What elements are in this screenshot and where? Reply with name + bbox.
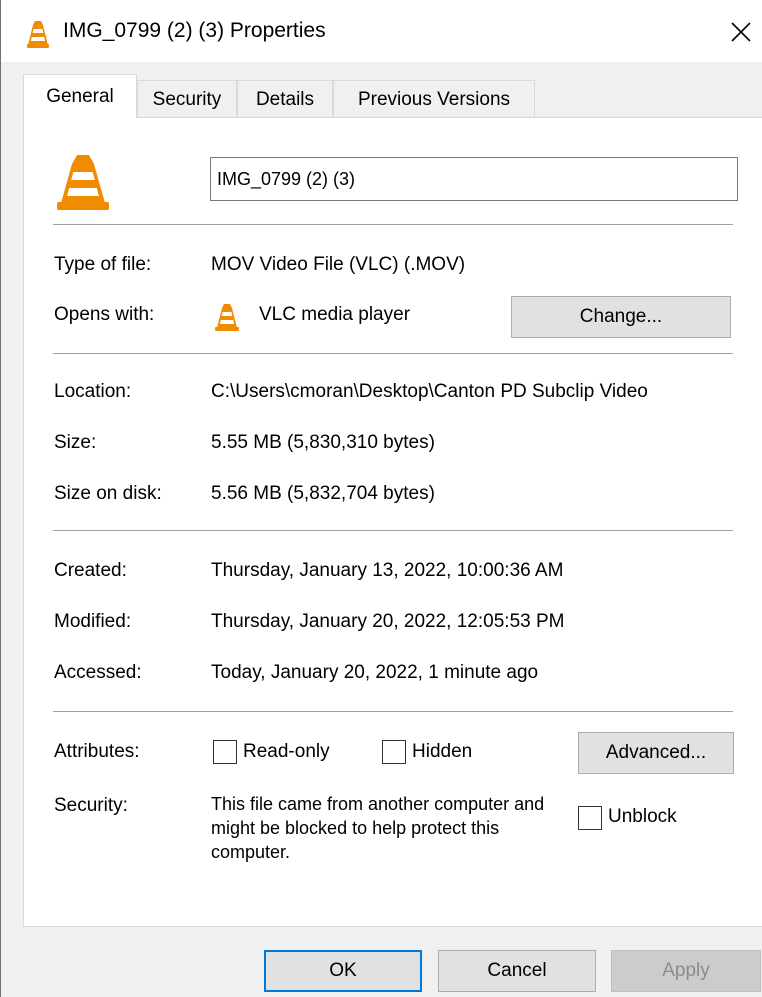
advanced-button[interactable]: Advanced... — [578, 732, 734, 774]
vlc-cone-icon — [213, 302, 241, 332]
size-value: 5.55 MB (5,830,310 bytes) — [211, 432, 435, 453]
created-value: Thursday, January 13, 2022, 10:00:36 AM — [211, 560, 564, 581]
modified-label: Modified: — [54, 611, 132, 632]
opens-with-label: Opens with: — [54, 304, 155, 325]
read-only-label: Read-only — [243, 741, 330, 762]
type-of-file-label: Type of file: — [54, 254, 152, 275]
size-label: Size: — [54, 432, 97, 453]
properties-window: IMG_0799 (2) (3) Properties Security Det… — [0, 0, 762, 997]
modified-value: Thursday, January 20, 2022, 12:05:53 PM — [211, 611, 565, 632]
change-button[interactable]: Change... — [511, 296, 731, 338]
size-on-disk-value: 5.56 MB (5,832,704 bytes) — [211, 483, 435, 504]
ok-button[interactable]: OK — [264, 950, 422, 992]
unblock-label: Unblock — [608, 806, 677, 827]
unblock-checkbox[interactable] — [578, 806, 602, 830]
tab-previous-versions[interactable]: Previous Versions — [333, 80, 535, 118]
apply-button[interactable]: Apply — [611, 950, 761, 992]
tab-general[interactable]: General — [23, 74, 137, 118]
tab-security[interactable]: Security — [137, 80, 237, 118]
size-on-disk-label: Size on disk: — [54, 483, 162, 504]
read-only-checkbox[interactable] — [213, 740, 237, 764]
close-icon — [731, 22, 751, 42]
location-label: Location: — [54, 381, 132, 402]
vlc-cone-icon — [53, 152, 113, 212]
security-label: Security: — [54, 795, 128, 816]
separator — [53, 224, 733, 225]
opens-with-value: VLC media player — [259, 304, 411, 325]
accessed-value: Today, January 20, 2022, 1 minute ago — [211, 662, 539, 683]
hidden-checkbox[interactable] — [382, 740, 406, 764]
window-title: IMG_0799 (2) (3) Properties — [63, 19, 326, 42]
file-name-input[interactable] — [210, 157, 738, 201]
separator — [53, 711, 733, 712]
accessed-label: Accessed: — [54, 662, 142, 683]
close-button[interactable] — [723, 14, 759, 50]
location-value: C:\Users\cmoran\Desktop\Canton PD Subcli… — [211, 381, 648, 402]
title-bar[interactable]: IMG_0799 (2) (3) Properties — [1, 0, 762, 62]
cancel-button[interactable]: Cancel — [438, 950, 596, 992]
created-label: Created: — [54, 560, 127, 581]
attributes-label: Attributes: — [54, 741, 140, 762]
type-of-file-value: MOV Video File (VLC) (.MOV) — [211, 254, 466, 275]
separator — [53, 530, 733, 531]
security-message: This file came from another computer and… — [211, 794, 545, 862]
separator — [53, 353, 733, 354]
vlc-cone-icon — [25, 19, 51, 49]
tab-details[interactable]: Details — [237, 80, 333, 118]
hidden-label: Hidden — [412, 741, 473, 762]
